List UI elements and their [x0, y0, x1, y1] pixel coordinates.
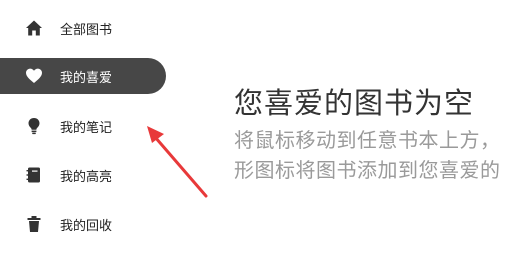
empty-state-description-line1: 将鼠标移动到任意书本上方，	[234, 128, 501, 152]
sidebar-item-all-books[interactable]: 全部图书	[0, 10, 112, 46]
sidebar-item-favorites[interactable]: 我的喜爱	[0, 58, 166, 94]
sidebar-item-highlights[interactable]: 我的高亮	[0, 157, 112, 193]
sidebar-item-label: 我的高亮	[60, 169, 113, 185]
sidebar-item-label: 我的喜爱	[60, 70, 113, 86]
sidebar-item-recycle[interactable]: 我的回收	[0, 206, 112, 242]
heart-icon	[24, 66, 44, 86]
sidebar: 全部图书 我的喜爱 我的笔记 我的高亮 我的回收	[0, 0, 200, 280]
sidebar-item-notes[interactable]: 我的笔记	[0, 108, 112, 144]
empty-state-title: 您喜爱的图书为空	[234, 86, 475, 120]
app-window: 全部图书 我的喜爱 我的笔记 我的高亮 我的回收 您喜爱的图书为空 将鼠标移动到…	[0, 0, 527, 280]
notebook-icon	[24, 165, 44, 185]
sidebar-item-label: 全部图书	[60, 22, 113, 38]
trash-icon	[24, 214, 44, 234]
sidebar-item-label: 我的回收	[60, 218, 113, 234]
sidebar-item-label: 我的笔记	[60, 120, 113, 136]
home-icon	[24, 18, 44, 38]
empty-state-description: 将鼠标移动到任意书本上方， 形图标将图书添加到您喜爱的	[234, 125, 527, 185]
lightbulb-icon	[24, 116, 44, 136]
empty-state-description-line2: 形图标将图书添加到您喜爱的	[234, 158, 501, 182]
